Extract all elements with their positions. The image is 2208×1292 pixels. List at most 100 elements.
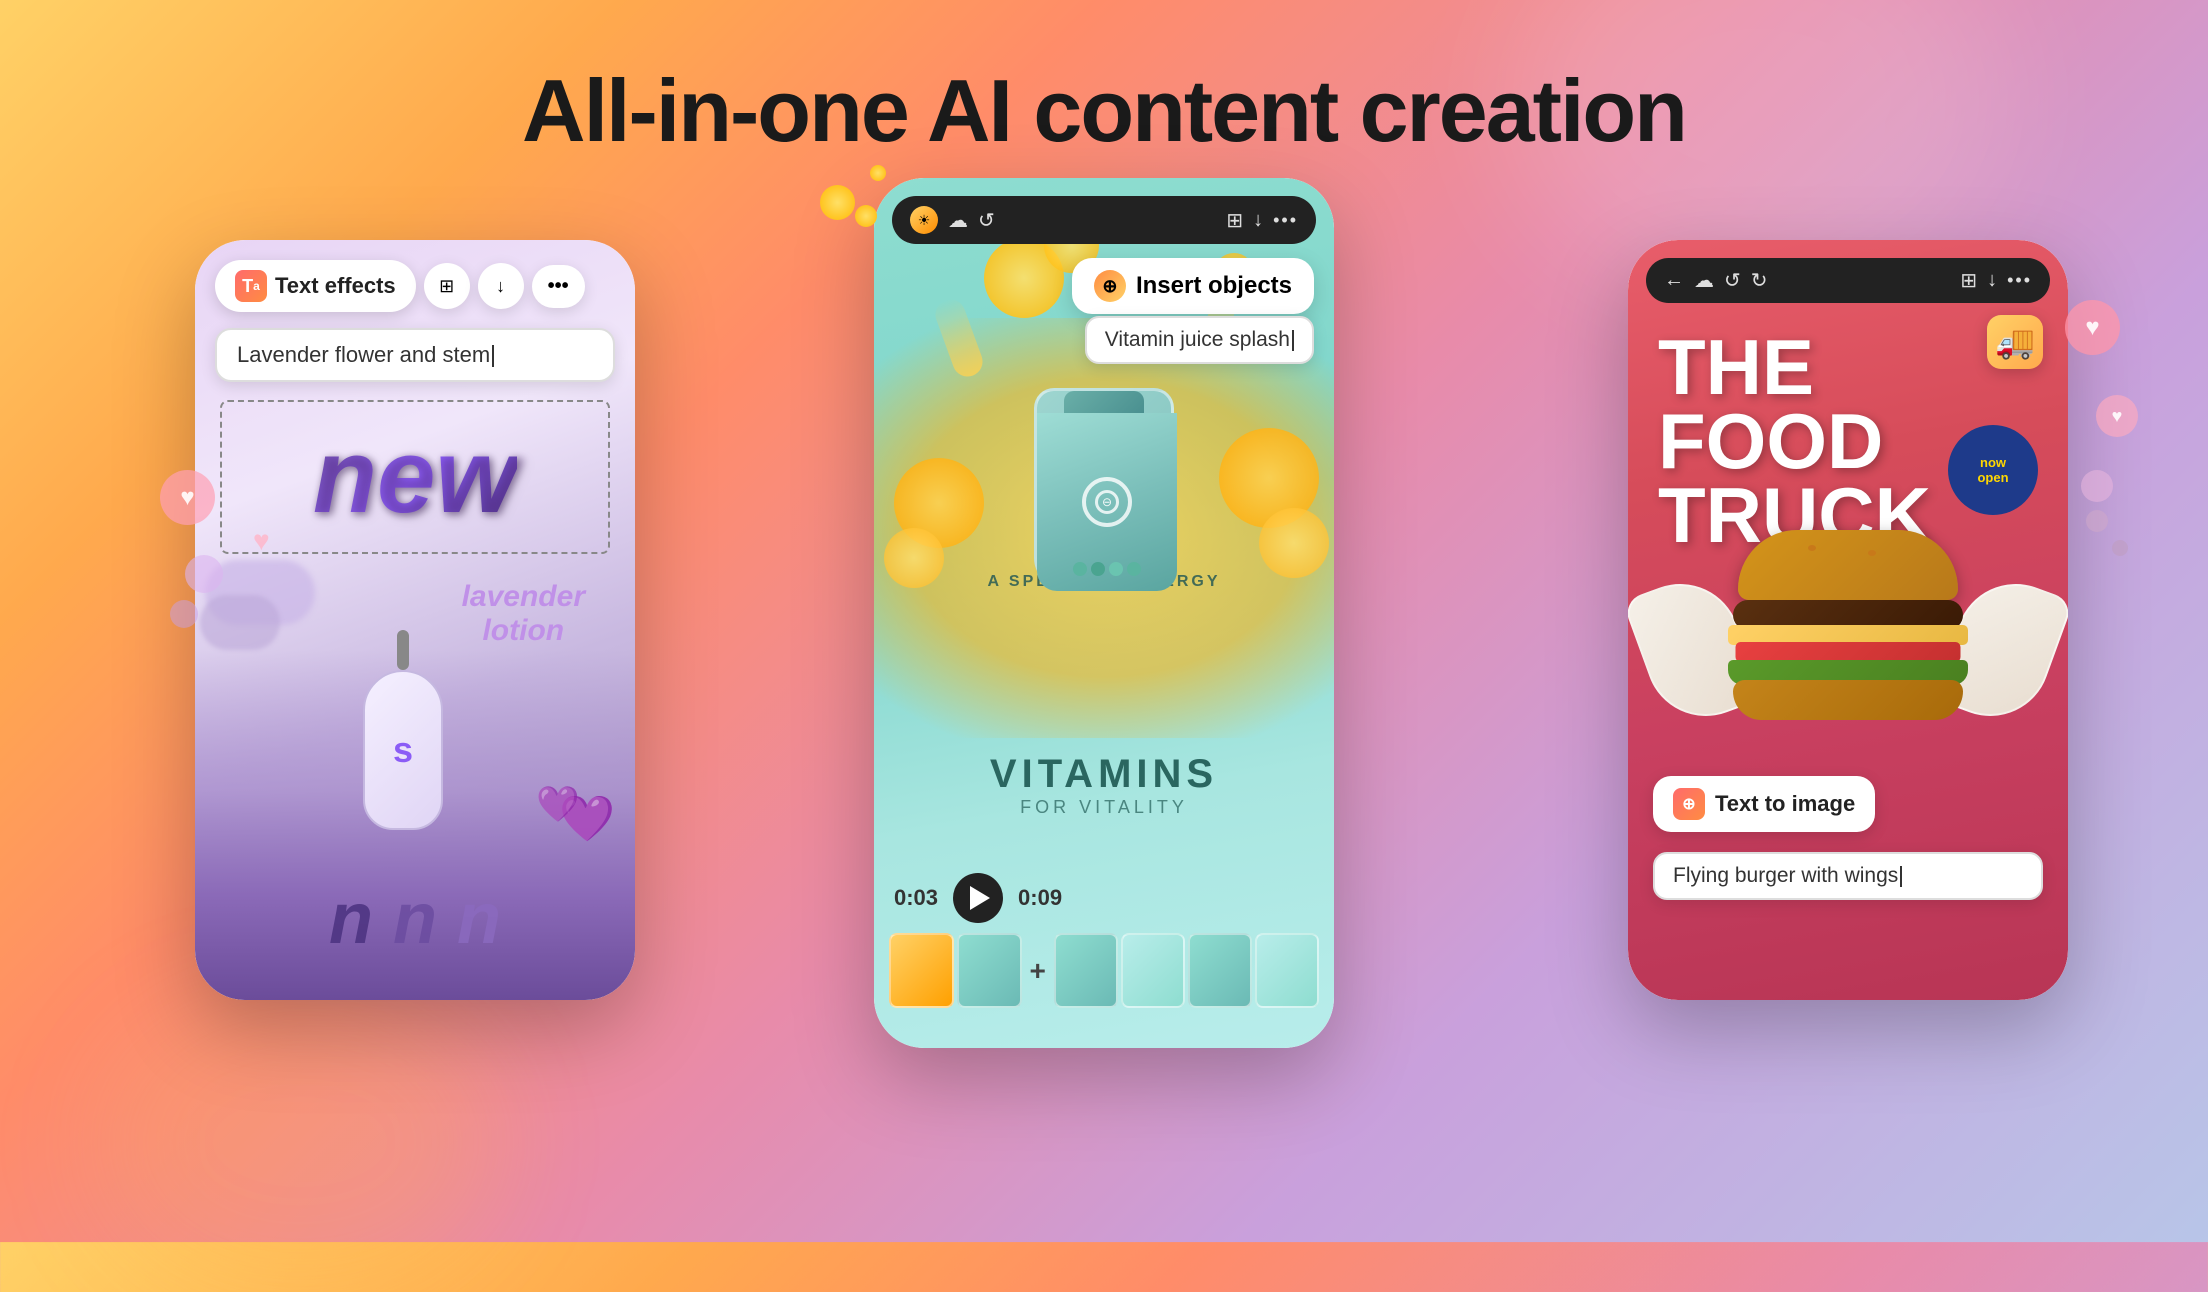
heart-bubble-left-3	[170, 600, 198, 628]
main-title: All-in-one AI content creation	[0, 60, 2208, 162]
bubble-right-1	[2081, 470, 2113, 502]
insert-objects-label: Insert objects	[1136, 272, 1292, 300]
play-button[interactable]	[953, 873, 1003, 923]
flying-burger-input[interactable]: Flying burger with wings	[1653, 852, 2043, 900]
bubble-right-2	[2086, 510, 2108, 532]
float-drop-1	[820, 185, 855, 220]
back-icon-right[interactable]: ←	[1664, 269, 1684, 292]
left-input-value: Lavender flower and stem	[237, 342, 490, 367]
insert-objects-badge[interactable]: ⊕ Insert objects	[1072, 258, 1314, 314]
cloud-icon-mid: ☁	[948, 208, 968, 233]
bottle-letter: s	[393, 729, 413, 771]
heart-right-2: ♥	[2096, 395, 2138, 437]
more-btn[interactable]: •••	[532, 265, 585, 308]
frame-3[interactable]	[1054, 933, 1118, 1008]
download-btn[interactable]: ↓	[478, 263, 524, 309]
phone-right: ← ☁ ↺ ↻ ⊞ ↓ ••• 🚚 THE FOOD TRUCK now ope…	[1628, 240, 2068, 1000]
text-effects-pill[interactable]: Ta Text effects	[215, 260, 416, 312]
vitamins-sub: FOR VITALITY	[874, 797, 1334, 818]
lavender-text-1: lavender	[462, 580, 585, 614]
play-triangle-icon	[970, 886, 990, 910]
jar-cap	[1064, 391, 1144, 413]
text-to-image-badge[interactable]: ⊕ Text to image	[1653, 776, 1875, 832]
jar-logo-inner: ⊖	[1095, 490, 1119, 514]
bg-blob-2	[100, 992, 500, 1292]
product-text-block: lavender lotion	[462, 580, 585, 648]
copy-icon-right[interactable]: ⊞	[1960, 268, 1977, 293]
phone-mid: ☀ ☁ ↺ ⊞ ↓ ••• ⊕ Insert objects Vitamin j…	[874, 178, 1334, 1048]
download-icon-right[interactable]: ↓	[1987, 269, 1997, 292]
sun-icon-mid: ☀	[910, 206, 938, 234]
text-effects-label: Text effects	[275, 273, 396, 299]
copy-icon-mid[interactable]: ⊞	[1226, 208, 1243, 233]
letter-variants-row: n n n	[225, 878, 605, 960]
heart-right-1: ♥	[2065, 300, 2120, 355]
vitamin-jar-container: ⊖	[1034, 388, 1174, 588]
text-art-container: new	[220, 400, 610, 554]
letter-variant-2: n	[393, 878, 437, 960]
jar-body: ⊖	[1037, 413, 1177, 591]
float-drop-3	[870, 165, 886, 181]
lavender-sprig-2: 💜	[536, 784, 580, 825]
letter-variant-3: n	[457, 878, 501, 960]
bottle-body: s	[363, 670, 443, 830]
frame-4[interactable]	[1121, 933, 1185, 1008]
text-art-new-word: new	[313, 417, 517, 537]
t2i-icon: ⊕	[1673, 788, 1705, 820]
bubble-right-3	[2112, 540, 2128, 556]
jar-logo-circle: ⊖	[1082, 477, 1132, 527]
vitamins-title: VITAMINS	[874, 752, 1334, 797]
undo-icon-mid: ↺	[978, 208, 995, 233]
left-text-input[interactable]: Lavender flower and stem	[215, 328, 615, 382]
more-icon-right[interactable]: •••	[2007, 270, 2032, 291]
right-phone-screen: ← ☁ ↺ ↻ ⊞ ↓ ••• 🚚 THE FOOD TRUCK now ope…	[1628, 240, 2068, 1000]
video-controls: 0:03 0:09	[894, 873, 1314, 923]
mid-phone-screen: ☀ ☁ ↺ ⊞ ↓ ••• ⊕ Insert objects Vitamin j…	[874, 178, 1334, 1048]
burger-stack	[1723, 530, 1973, 750]
vitamins-text: VITAMINS FOR VITALITY	[874, 752, 1334, 818]
capsules-inside	[1057, 562, 1157, 576]
flying-burger-value: Flying burger with wings	[1673, 864, 1898, 887]
text-effects-icon: Ta	[235, 270, 267, 302]
filmstrip-plus-icon[interactable]: +	[1030, 955, 1046, 987]
vitamin-input-box[interactable]: Vitamin juice splash	[1085, 316, 1314, 364]
vitamin-input-value: Vitamin juice splash	[1105, 328, 1290, 351]
burger-sesame-2	[1868, 550, 1876, 556]
undo-icon-right: ↺	[1724, 268, 1741, 293]
insert-objects-icon: ⊕	[1094, 270, 1126, 302]
now-text: now	[1980, 455, 2006, 470]
splash-right-2	[1259, 508, 1329, 578]
heart-bubble-left-1: ♥	[160, 470, 215, 525]
total-time: 0:09	[1018, 885, 1062, 911]
lavender-text-2: lotion	[462, 614, 585, 648]
filmstrip-left	[889, 933, 1022, 1008]
toolbar-left: Ta Text effects ⊞ ↓ •••	[215, 260, 615, 312]
burger-sesame-1	[1808, 545, 1816, 551]
lotion-bottle: s	[343, 630, 463, 830]
bottle-pump	[397, 630, 409, 670]
text-to-image-label: Text to image	[1715, 791, 1855, 817]
frame-1[interactable]	[889, 933, 954, 1008]
phone-left: ♥ Ta Text effects ⊞ ↓ ••• Lavender flowe…	[195, 240, 635, 1000]
frame-2[interactable]	[957, 933, 1022, 1008]
float-drop-2	[855, 205, 877, 227]
burger-tomato	[1736, 642, 1961, 662]
download-icon-mid[interactable]: ↓	[1253, 209, 1263, 232]
frame-5[interactable]	[1188, 933, 1252, 1008]
food-truck-icon: 🚚	[1987, 315, 2043, 369]
splash-left-2	[884, 528, 944, 588]
filmstrip-right	[1054, 933, 1319, 1008]
cloud-icon-right: ☁	[1694, 268, 1714, 293]
heart-bubble-left-2	[185, 555, 223, 593]
toolbar-right: ← ☁ ↺ ↻ ⊞ ↓ •••	[1646, 258, 2050, 303]
title-food: FOOD	[1658, 404, 1931, 478]
burger-scene	[1648, 480, 2048, 800]
redo-icon-right: ↻	[1751, 268, 1768, 293]
filmstrip-container: +	[889, 933, 1319, 1008]
more-icon-mid[interactable]: •••	[1273, 210, 1298, 231]
frame-6[interactable]	[1255, 933, 1319, 1008]
cloud-deco-2	[200, 595, 280, 650]
duplicate-btn[interactable]: ⊞	[424, 263, 470, 309]
title-the: THE	[1658, 330, 1931, 404]
current-time: 0:03	[894, 885, 938, 911]
